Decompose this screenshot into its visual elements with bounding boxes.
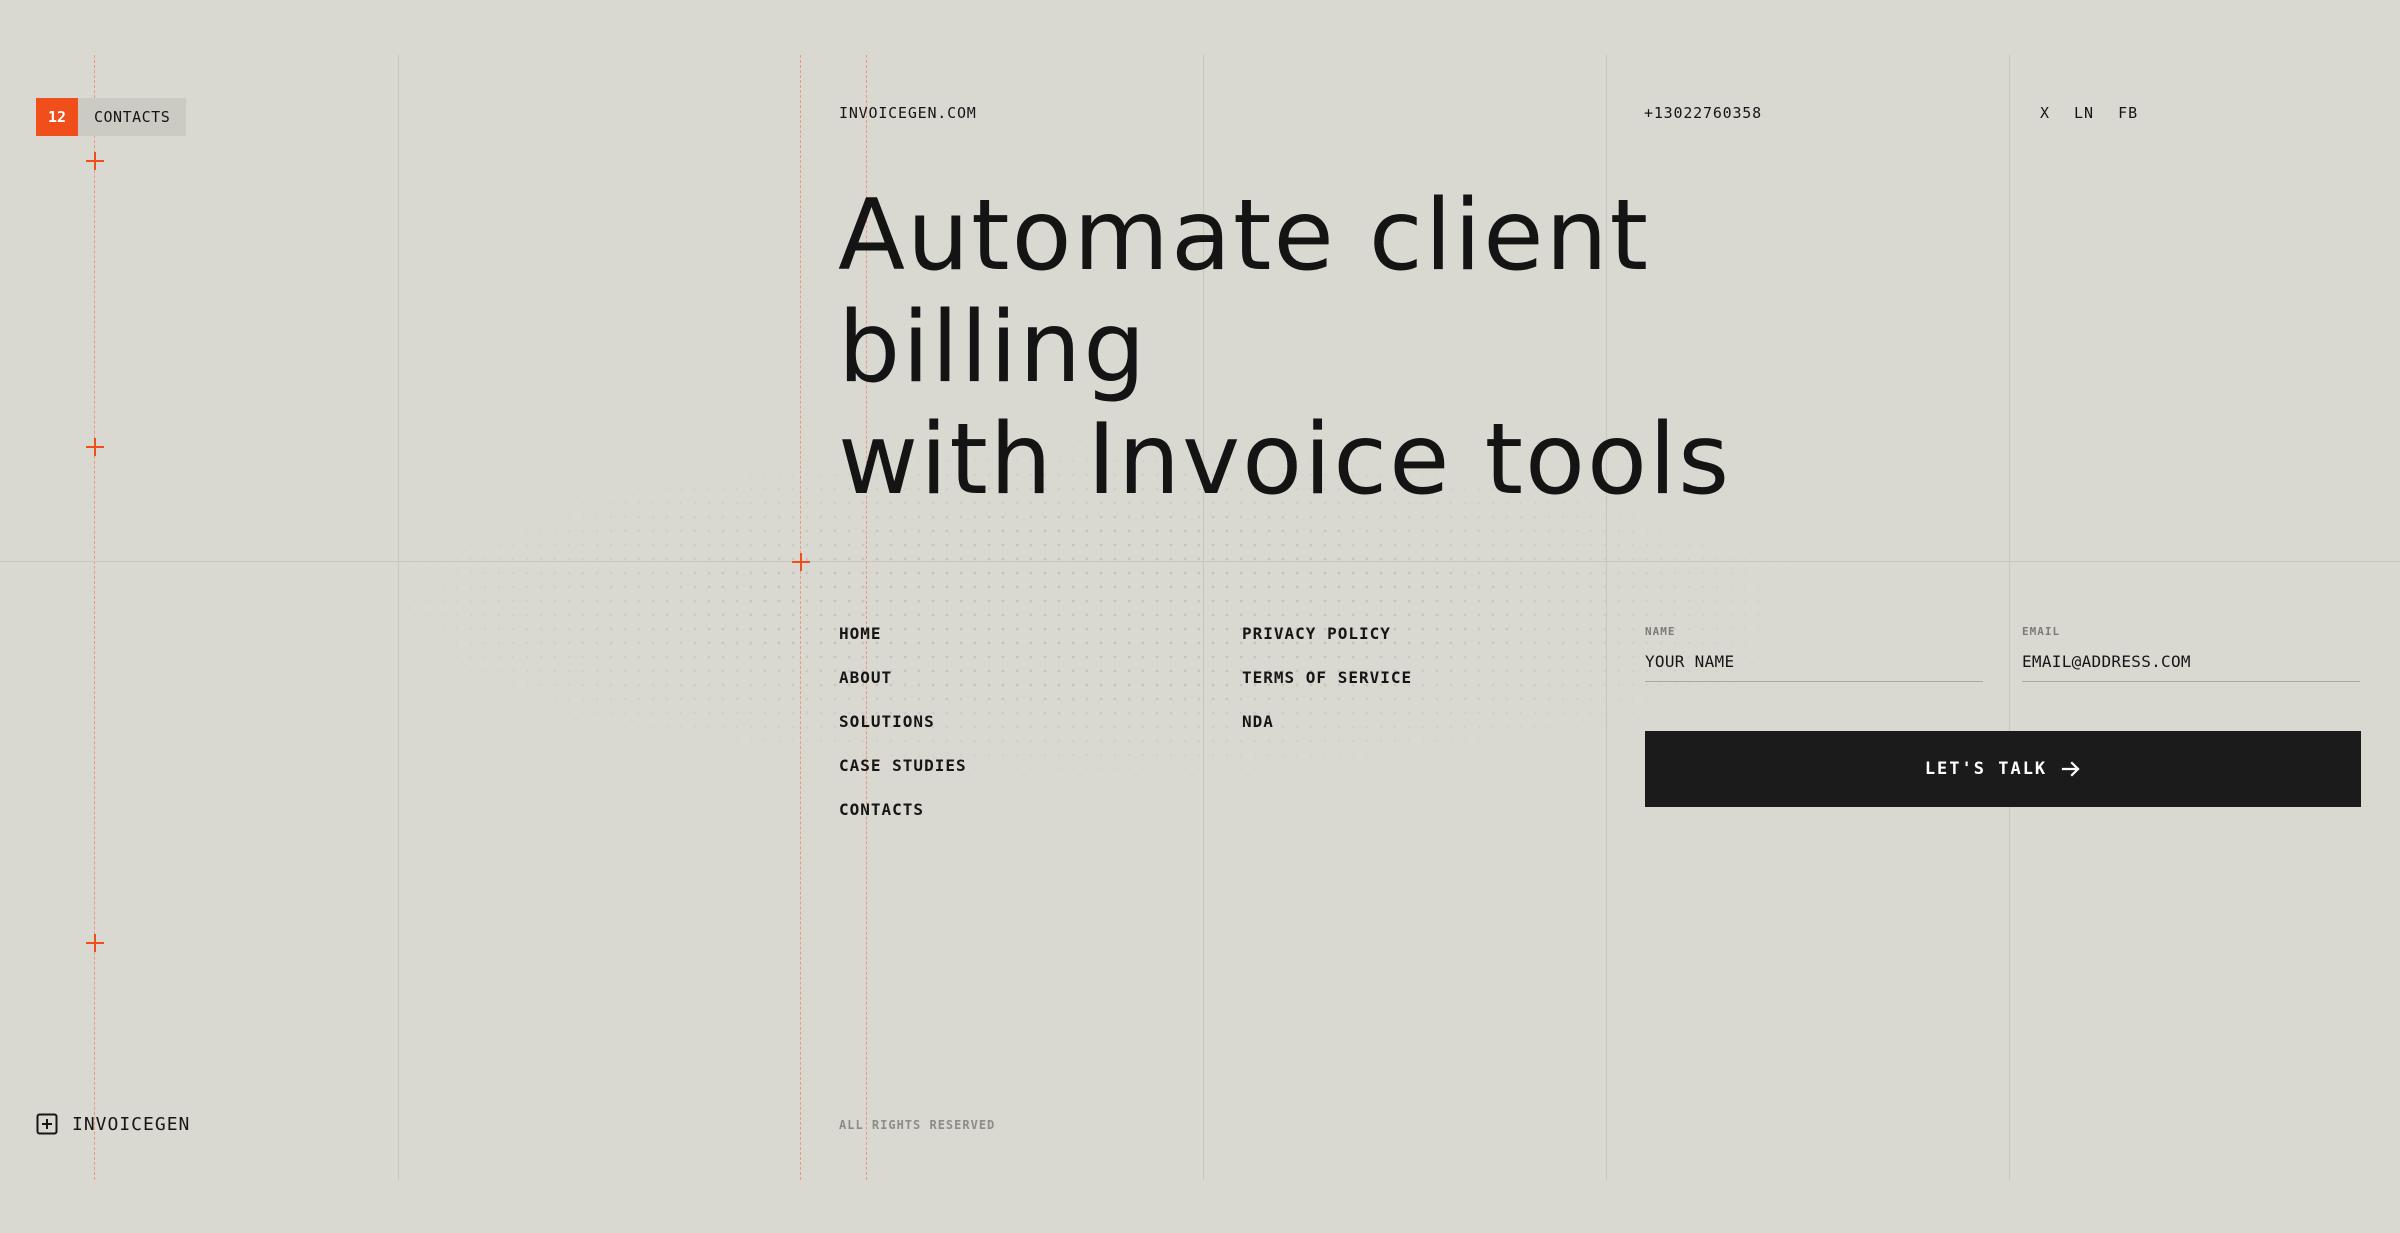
nav-about[interactable]: ABOUT (839, 668, 967, 712)
name-field[interactable] (1645, 652, 1983, 682)
phone-link[interactable]: +13022760358 (1644, 104, 1762, 122)
name-field-label: NAME (1645, 625, 1676, 638)
contacts-badge[interactable]: 12 CONTACTS (36, 98, 187, 136)
social-link-facebook[interactable]: FB (2118, 104, 2138, 122)
hero-line: Automate client (838, 179, 1651, 293)
crosshair-icon (86, 934, 104, 952)
copyright-text: ALL RIGHTS RESERVED (839, 1118, 996, 1132)
legal-nav: PRIVACY POLICY TERMS OF SERVICE NDA (1242, 624, 1412, 756)
lets-talk-label: LET'S TALK (1924, 759, 2048, 779)
crosshair-icon (86, 152, 104, 170)
primary-nav: HOME ABOUT SOLUTIONS CASE STUDIES CONTAC… (839, 624, 967, 844)
arrow-right-icon (2062, 761, 2080, 777)
crosshair-icon (86, 438, 104, 456)
hero-line: with Invoice tools (838, 403, 1732, 517)
nav-solutions[interactable]: SOLUTIONS (839, 712, 967, 756)
nav-terms-of-service[interactable]: TERMS OF SERVICE (1242, 668, 1412, 712)
email-field[interactable] (2022, 652, 2360, 682)
social-links: X LN FB (2040, 104, 2138, 122)
site-link[interactable]: INVOICEGEN.COM (839, 104, 977, 122)
guide-line (800, 55, 801, 1180)
brand-name: INVOICEGEN (72, 1113, 191, 1135)
plus-square-icon (36, 1113, 58, 1135)
email-field-label: EMAIL (2022, 625, 2061, 638)
social-link-x[interactable]: X (2040, 104, 2050, 122)
nav-home[interactable]: HOME (839, 624, 967, 668)
social-link-linkedin[interactable]: LN (2074, 104, 2094, 122)
hero-line: billing (838, 291, 1148, 405)
guide-line (94, 55, 95, 1180)
nav-contacts[interactable]: CONTACTS (839, 800, 967, 844)
email-field-group: EMAIL (2022, 625, 2360, 682)
crosshair-icon (792, 553, 810, 571)
name-field-group: NAME (1645, 625, 1983, 682)
nav-case-studies[interactable]: CASE STUDIES (839, 756, 967, 800)
grid-line (398, 55, 399, 1180)
contacts-label: CONTACTS (78, 98, 187, 136)
lets-talk-button[interactable]: LET'S TALK (1645, 731, 2361, 807)
contacts-count: 12 (36, 98, 78, 136)
footer-brand[interactable]: INVOICEGEN (36, 1113, 190, 1135)
nav-nda[interactable]: NDA (1242, 712, 1412, 756)
hero-heading: Automate client billing with Invoice too… (838, 180, 2038, 516)
nav-privacy-policy[interactable]: PRIVACY POLICY (1242, 624, 1412, 668)
horizontal-divider (0, 561, 2400, 562)
